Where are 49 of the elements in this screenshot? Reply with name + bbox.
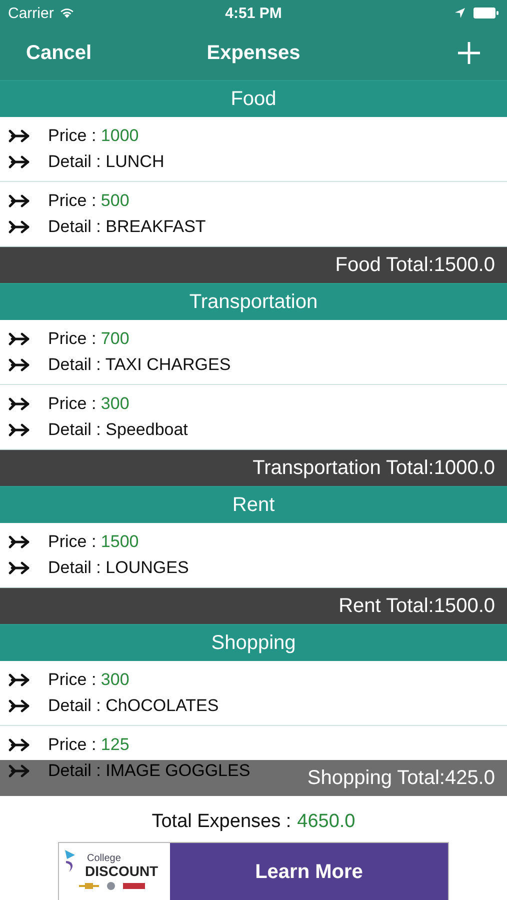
tail-arrow-icon (8, 358, 30, 372)
tail-arrow-icon (8, 155, 30, 169)
wifi-icon (58, 7, 75, 19)
detail-text: Detail : TAXI CHARGES (48, 355, 231, 375)
status-time: 4:51 PM (225, 4, 282, 22)
section-header: Food (0, 80, 507, 117)
tail-arrow-icon (8, 194, 30, 208)
carrier-label: Carrier (8, 4, 54, 22)
section-total: Food Total:1500.0 (0, 247, 507, 283)
section-total: Rent Total:1500.0 (0, 588, 507, 624)
price-text: Price : 1000 (48, 126, 139, 146)
tail-arrow-icon (8, 535, 30, 549)
tail-arrow-icon (8, 561, 30, 575)
price-text: Price : 300 (48, 394, 130, 414)
cancel-button[interactable]: Cancel (26, 42, 92, 64)
total-label: Total Expenses : (152, 811, 292, 833)
ad-brand-top: College (87, 854, 122, 864)
detail-text: Detail : LOUNGES (48, 558, 189, 578)
price-text: Price : 125 (48, 735, 130, 755)
detail-text: Detail : IMAGE GOGGLES (48, 761, 250, 781)
tail-arrow-icon (8, 423, 30, 437)
tail-arrow-icon (8, 764, 30, 778)
section-header: Shopping (0, 624, 507, 661)
detail-text: Detail : ChOCOLATES (48, 696, 219, 716)
tail-arrow-icon (8, 673, 30, 687)
detail-text: Detail : LUNCH (48, 152, 164, 172)
tail-arrow-icon (8, 332, 30, 346)
detail-text: Detail : Speedboat (48, 420, 188, 440)
price-text: Price : 700 (48, 329, 130, 349)
screen-title: Expenses (206, 42, 300, 64)
section-total: Transportation Total:1000.0 (0, 450, 507, 486)
tail-arrow-icon (8, 699, 30, 713)
battery-icon (473, 7, 499, 19)
learn-more-button[interactable]: Learn More (170, 843, 448, 900)
tail-arrow-icon (8, 129, 30, 143)
total-value: 4650.0 (297, 811, 356, 833)
add-icon[interactable] (457, 41, 481, 65)
location-arrow-icon (455, 8, 465, 18)
detail-text: Detail : BREAKFAST (48, 217, 206, 237)
price-text: Price : 500 (48, 191, 130, 211)
ad-banner[interactable]: College DISCOUNT Learn More (58, 842, 449, 900)
tail-arrow-icon (8, 397, 30, 411)
price-text: Price : 300 (48, 670, 130, 690)
tail-arrow-icon (8, 220, 30, 234)
section-header: Rent (0, 486, 507, 523)
tail-arrow-icon (8, 738, 30, 752)
price-text: Price : 1500 (48, 532, 139, 552)
ad-brand-main: DISCOUNT (85, 864, 160, 880)
section-header: Transportation (0, 283, 507, 320)
